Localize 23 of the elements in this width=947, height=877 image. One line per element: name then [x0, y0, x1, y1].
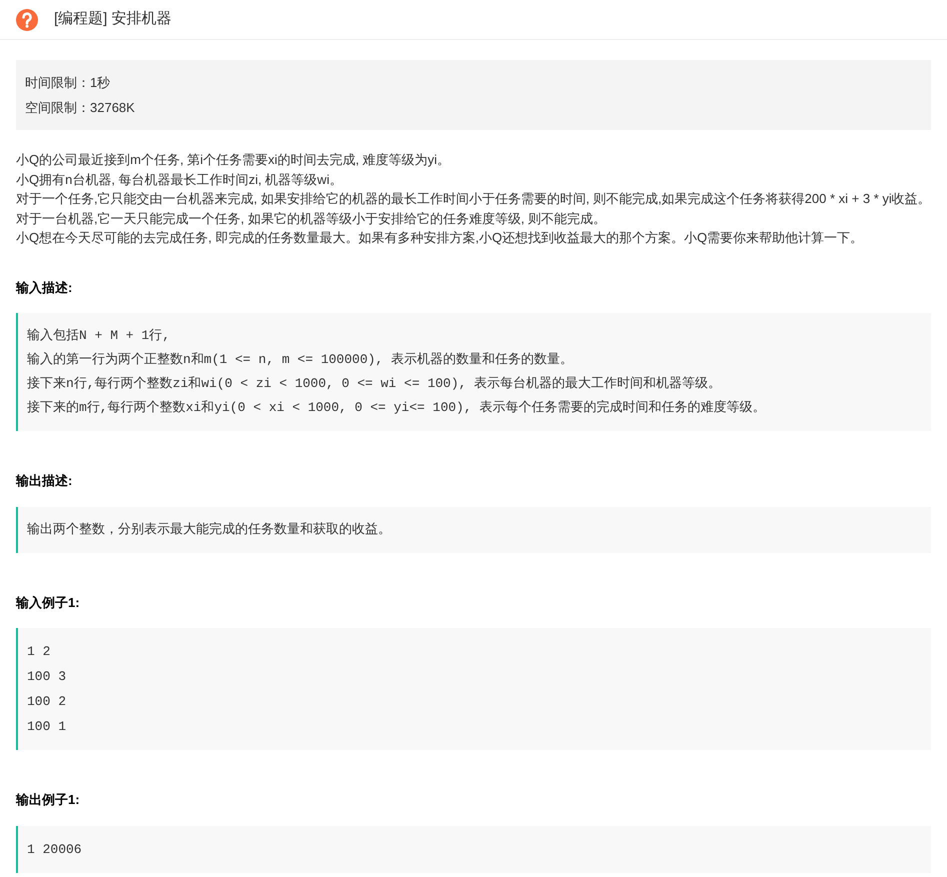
problem-title: [编程题] 安排机器 — [54, 9, 172, 30]
description-line: 输入包括N + M + 1行, — [27, 327, 170, 345]
code-line: 100 3 — [27, 668, 66, 686]
code-line: 100 1 — [27, 718, 66, 736]
help-icon — [16, 8, 38, 30]
description-line: 输入的第一行为两个正整数n和m(1 <= n, m <= 100000), 表示机器的数量和任务的数量。 — [27, 351, 574, 369]
section-heading: 输入描述: — [16, 278, 72, 296]
code-line: 100 2 — [27, 693, 66, 711]
code-line: 1 20006 — [27, 840, 82, 858]
section-heading: 输入例子1: — [16, 594, 80, 612]
code-line: 1 2 — [27, 643, 50, 661]
description-paragraph: 对于一个任务,它只能交由一台机器来完成, 如果安排给它的机器的最长工作时间小于任务需要的时间, 则不能完成,如果完成这个任务将获得200 * xi + 3 * yi收益。 — [16, 190, 931, 208]
limit-text: 时间限制：1秒 — [25, 74, 110, 92]
section-heading: 输出例子1: — [16, 791, 80, 809]
limit-text: 空间限制：32768K — [25, 99, 135, 117]
description-line: 输出两个整数，分别表示最大能完成的任务数量和获取的收益。 — [27, 520, 391, 538]
section-heading: 输出描述: — [16, 472, 72, 490]
description-line: 接下来的m行,每行两个整数xi和yi(0 < xi < 1000, 0 <= yi<= 100), 表示每个任务需要的完成时间和任务的难度等级。 — [27, 399, 766, 417]
description-line: 接下来n行,每行两个整数zi和wi(0 < zi < 1000, 0 <= wi <= 100), 表示每台机器的最大工作时间和机器等级。 — [27, 375, 722, 393]
description-paragraph: 小Q想在今天尽可能的去完成任务, 即完成的任务数量最大。如果有多种安排方案,小Q还想找到收益最大的那个方案。小Q需要你来帮助他计算一下。 — [16, 229, 864, 247]
description-paragraph: 对于一台机器,它一天只能完成一个任务, 如果它的机器等级小于安排给它的任务难度等级, 则不能完成。 — [16, 210, 608, 228]
description-paragraph: 小Q拥有n台机器, 每台机器最长工作时间zi, 机器等级wi。 — [16, 170, 344, 188]
description-paragraph: 小Q的公司最近接到m个任务, 第i个任务需要xi的时间去完成, 难度等级为yi。 — [16, 151, 452, 169]
